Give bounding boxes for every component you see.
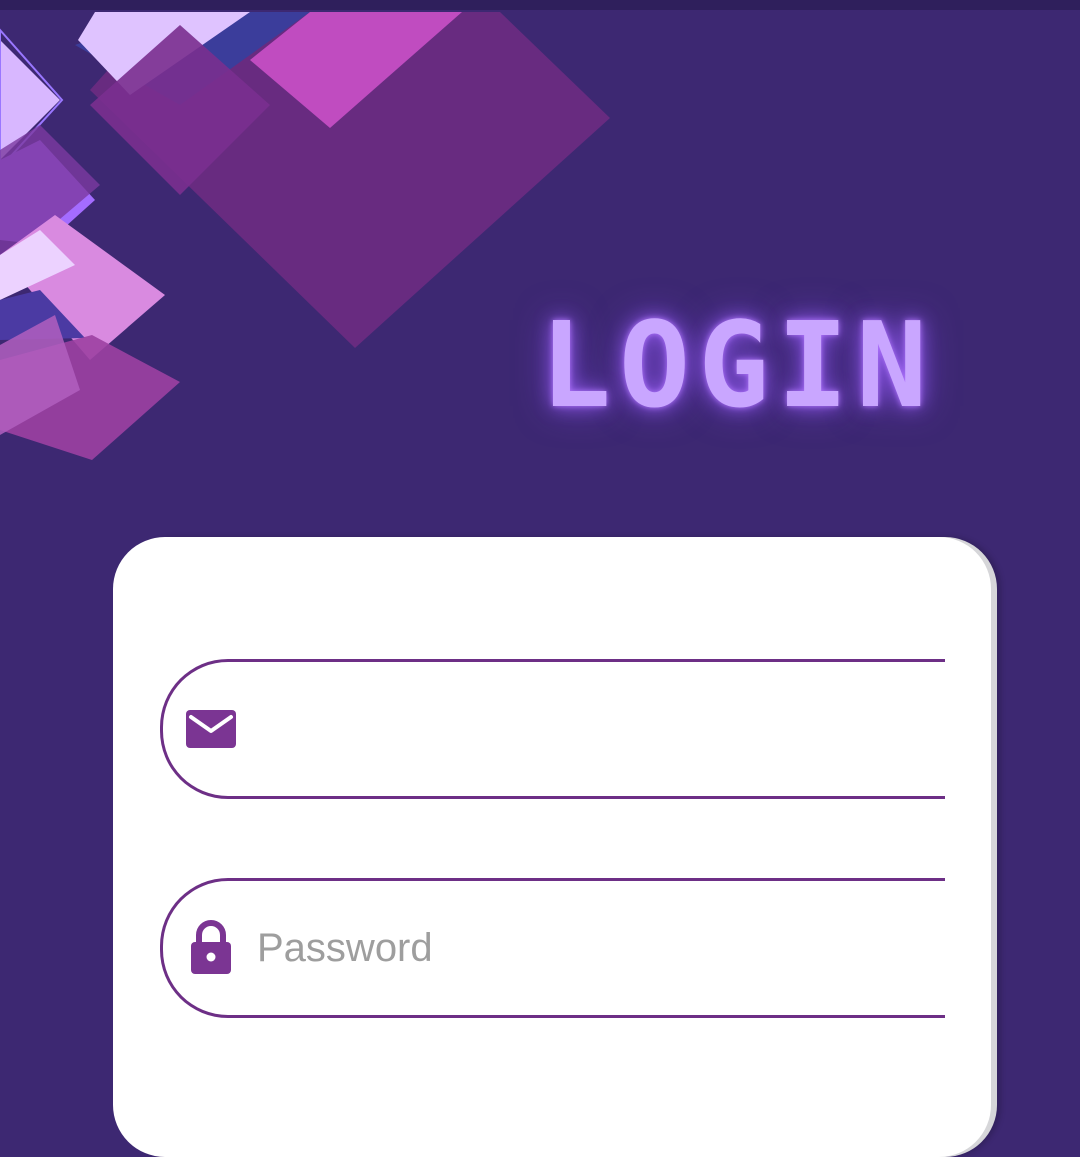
password-input[interactable] <box>257 925 897 971</box>
envelope-icon <box>185 703 237 755</box>
lock-icon <box>185 920 237 974</box>
email-field[interactable] <box>160 659 945 799</box>
login-card <box>113 537 991 1157</box>
login-title: LOGIN <box>540 296 936 434</box>
password-field[interactable] <box>160 878 945 1018</box>
email-input[interactable] <box>257 706 897 752</box>
